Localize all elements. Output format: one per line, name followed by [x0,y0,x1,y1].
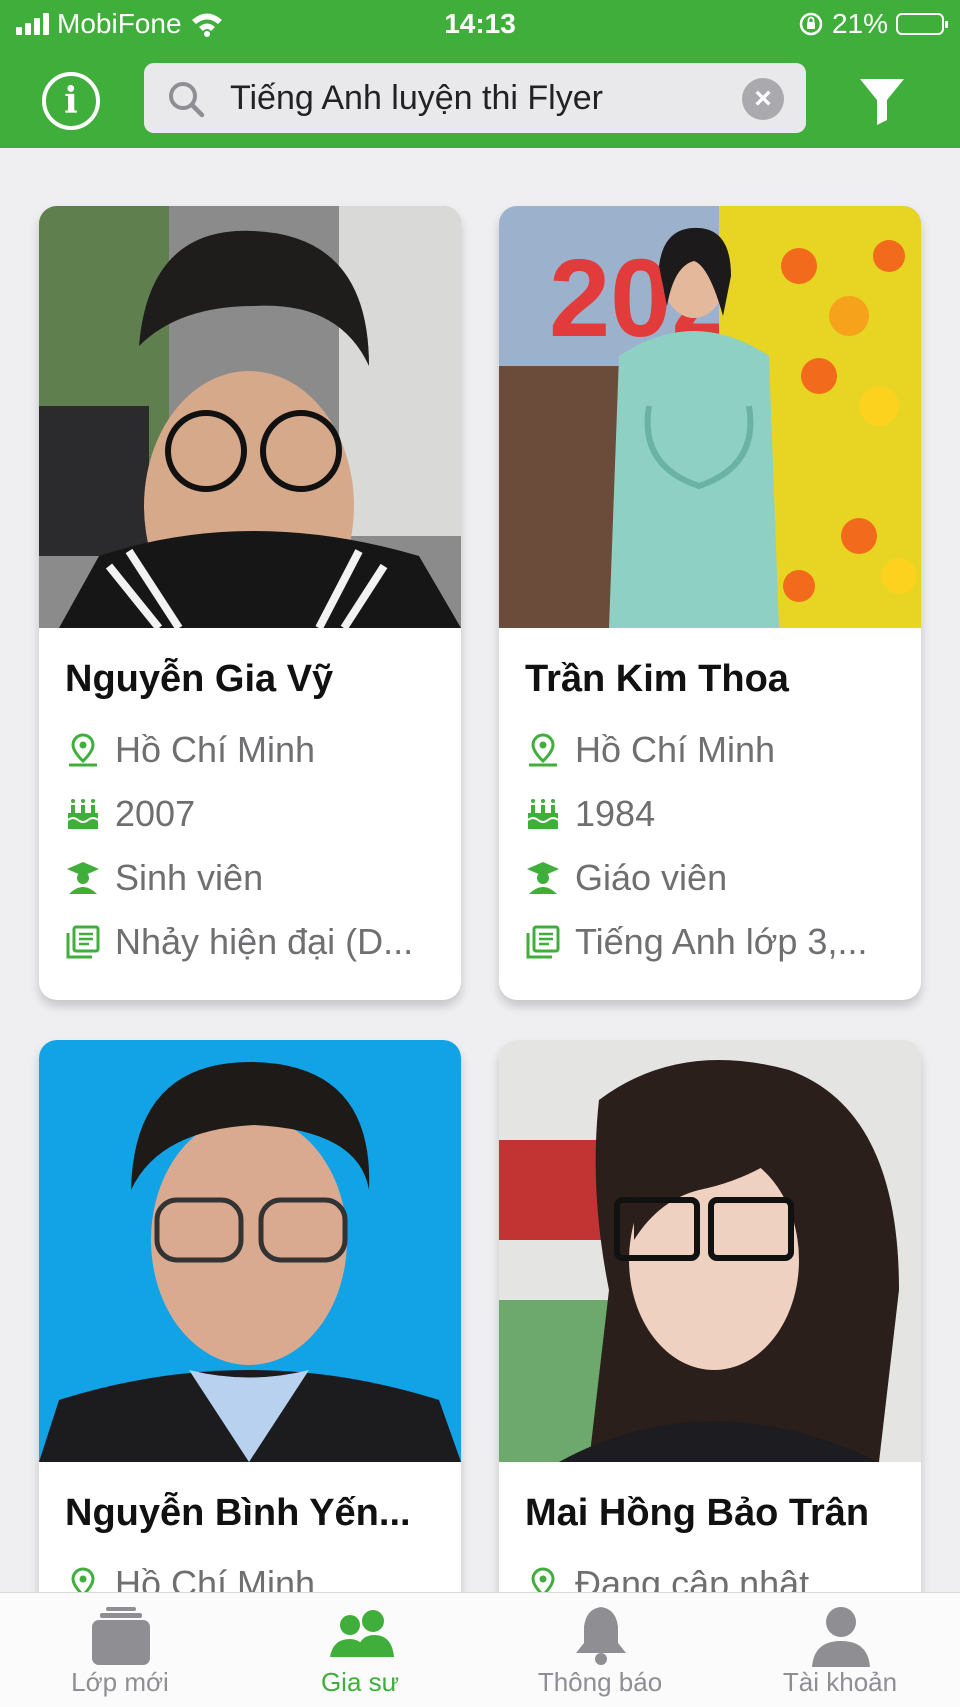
graduate-icon [527,862,559,894]
tutor-birth-year: 1984 [525,793,655,835]
orientation-lock-icon [799,12,823,36]
tab-classes[interactable]: Lớp mới [0,1593,240,1707]
bell-icon [576,1607,626,1665]
clear-icon[interactable]: × [742,78,784,120]
tab-label: Thông báo [537,1667,663,1697]
tutor-name: Nguyễn Gia Vỹ [65,658,334,700]
tab-label: Lớp mới [71,1667,169,1697]
battery-icon [896,13,948,35]
tutor-location: Hồ Chí Minh [525,729,775,771]
cake-icon [527,799,559,829]
tutor-card[interactable]: Nguyễn Bình Yến... Hồ Chí Minh [39,1040,461,1660]
classes-icon [92,1607,150,1665]
subjects-text: Nhảy hiện đại (D... [115,921,414,962]
birth-year-text: 1984 [575,793,656,834]
tab-account[interactable]: Tài khoản [720,1593,960,1707]
battery-percent: 21% [831,8,888,39]
tutor-name: Nguyễn Bình Yến... [65,1492,411,1534]
tab-tutors[interactable]: Gia sư [240,1593,480,1707]
tutor-name: Mai Hồng Bảo Trân [525,1492,870,1534]
cake-icon [67,799,99,829]
tutor-subjects: Nhảy hiện đại (D... [65,921,413,963]
tutor-card[interactable]: 202 Trần Kim Thoa Hồ Chí Minh 1984 Giáo … [499,206,921,1000]
subjects-text: Tiếng Anh lớp 3,... [575,921,868,962]
location-text: Hồ Chí Minh [115,729,316,770]
status-right: 21% [798,8,948,40]
occupation-text: Sinh viên [115,857,264,898]
graduate-icon [67,862,99,894]
tutor-name: Trần Kim Thoa [525,658,789,700]
tutor-card[interactable]: Mai Hồng Bảo Trân Đang cập nhật [499,1040,921,1660]
book-list-icon [526,925,560,959]
occupation-text: Giáo viên [575,857,728,898]
tab-label: Gia sư [320,1667,400,1697]
location-text: Hồ Chí Minh [575,729,776,770]
tutor-subjects: Tiếng Anh lớp 3,... [525,921,867,963]
tab-bar: Lớp mới Gia sư Thông báo Tài khoản [0,1592,960,1707]
tutor-photo [39,1040,461,1462]
search-input[interactable]: Tiếng Anh luyện thi Flyer [230,79,603,118]
tutors-icon [330,1610,394,1657]
tutor-birth-year: 2007 [65,793,195,835]
tab-label: Tài khoản [782,1667,898,1697]
search-bar[interactable]: Tiếng Anh luyện thi Flyer × [144,63,806,133]
location-pin-icon [529,733,557,767]
info-button[interactable]: i [42,72,100,130]
birth-year-text: 2007 [115,793,196,834]
info-icon: i [64,80,78,122]
location-pin-icon [69,733,97,767]
tutor-photo [39,206,461,628]
tutor-card[interactable]: Nguyễn Gia Vỹ Hồ Chí Minh 2007 Sinh viên… [39,206,461,1000]
search-icon [166,79,206,119]
filter-icon[interactable] [858,76,906,126]
tutor-photo [499,1040,921,1462]
account-icon [812,1607,870,1667]
top-bar: MobiFone 14:13 21% i Tiếng Anh luyện thi… [0,0,960,148]
tab-notifications[interactable]: Thông báo [480,1593,720,1707]
tutor-occupation: Giáo viên [525,857,727,899]
book-list-icon [66,925,100,959]
tutor-occupation: Sinh viên [65,857,263,899]
tutor-location: Hồ Chí Minh [65,729,315,771]
status-bar: MobiFone 14:13 21% [0,0,960,50]
tutor-photo: 202 [499,206,921,628]
